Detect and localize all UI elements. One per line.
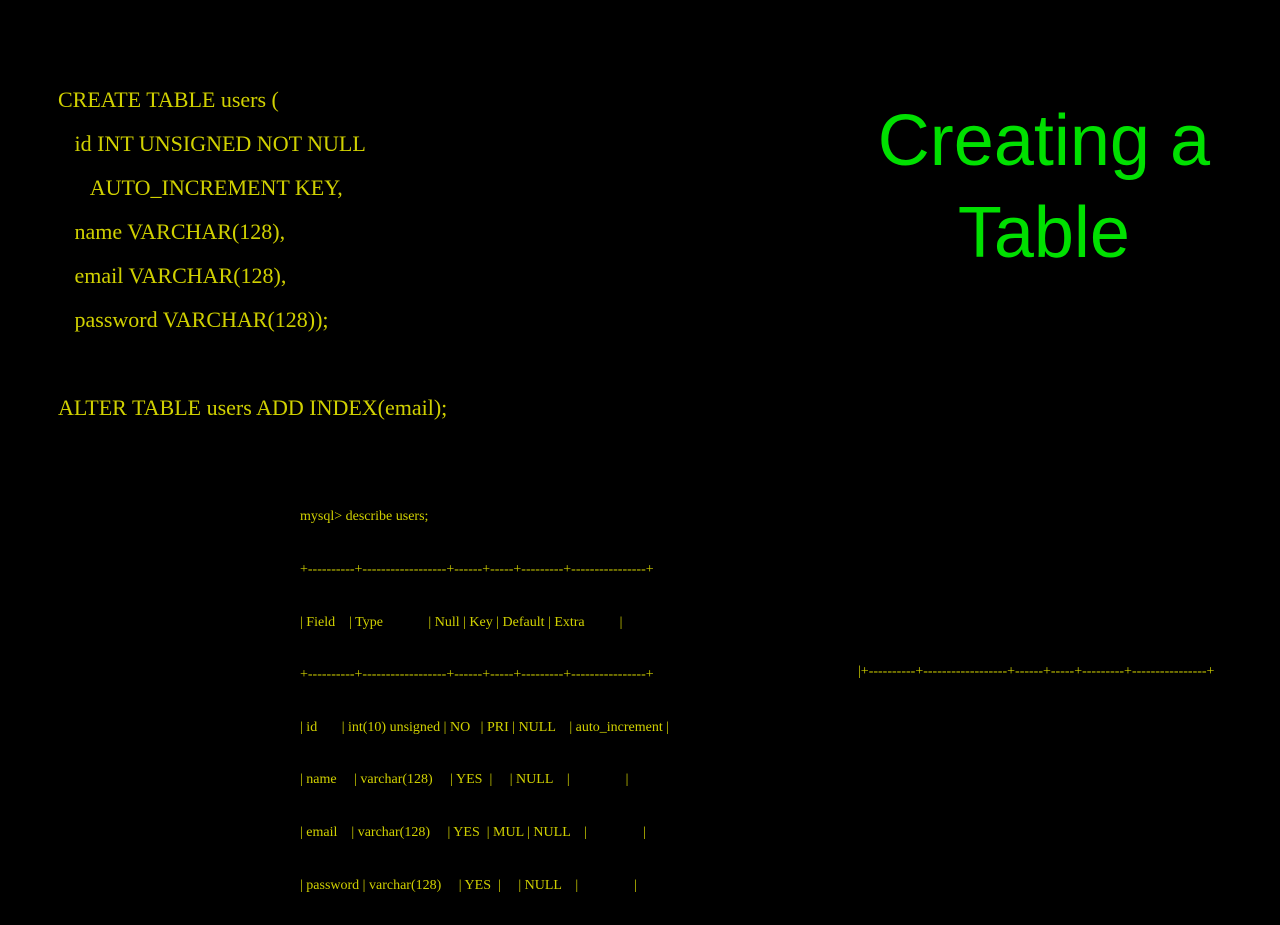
term-line: +----------+------------------+------+--… xyxy=(300,557,669,583)
slide-title: Creating a Table xyxy=(878,95,1210,279)
term-line: mysql> describe users; xyxy=(300,504,669,530)
terminal-output: mysql> describe users; +----------+-----… xyxy=(300,478,669,925)
sql-line: password VARCHAR(128)); xyxy=(58,298,447,342)
term-line: | id | int(10) unsigned | NO | PRI | NUL… xyxy=(300,715,669,741)
sql-line: ALTER TABLE users ADD INDEX(email); xyxy=(58,386,447,430)
blank-line xyxy=(58,342,447,386)
sql-line: AUTO_INCREMENT KEY, xyxy=(58,166,447,210)
title-line-1: Creating a xyxy=(878,95,1210,187)
sql-line: CREATE TABLE users ( xyxy=(58,78,447,122)
term-line: | email | varchar(128) | YES | MUL | NUL… xyxy=(300,820,669,846)
sql-line: email VARCHAR(128), xyxy=(58,254,447,298)
sql-code-block: CREATE TABLE users ( id INT UNSIGNED NOT… xyxy=(58,78,447,430)
title-line-2: Table xyxy=(878,187,1210,279)
term-line: | name | varchar(128) | YES | | NULL | | xyxy=(300,767,669,793)
sql-line: id INT UNSIGNED NOT NULL xyxy=(58,122,447,166)
sql-line: name VARCHAR(128), xyxy=(58,210,447,254)
term-line: +----------+------------------+------+--… xyxy=(300,662,669,688)
term-line: | Field | Type | Null | Key | Default | … xyxy=(300,610,669,636)
overflow-rule-line: |+----------+------------------+------+-… xyxy=(858,664,1214,680)
term-line: | password | varchar(128) | YES | | NULL… xyxy=(300,873,669,899)
